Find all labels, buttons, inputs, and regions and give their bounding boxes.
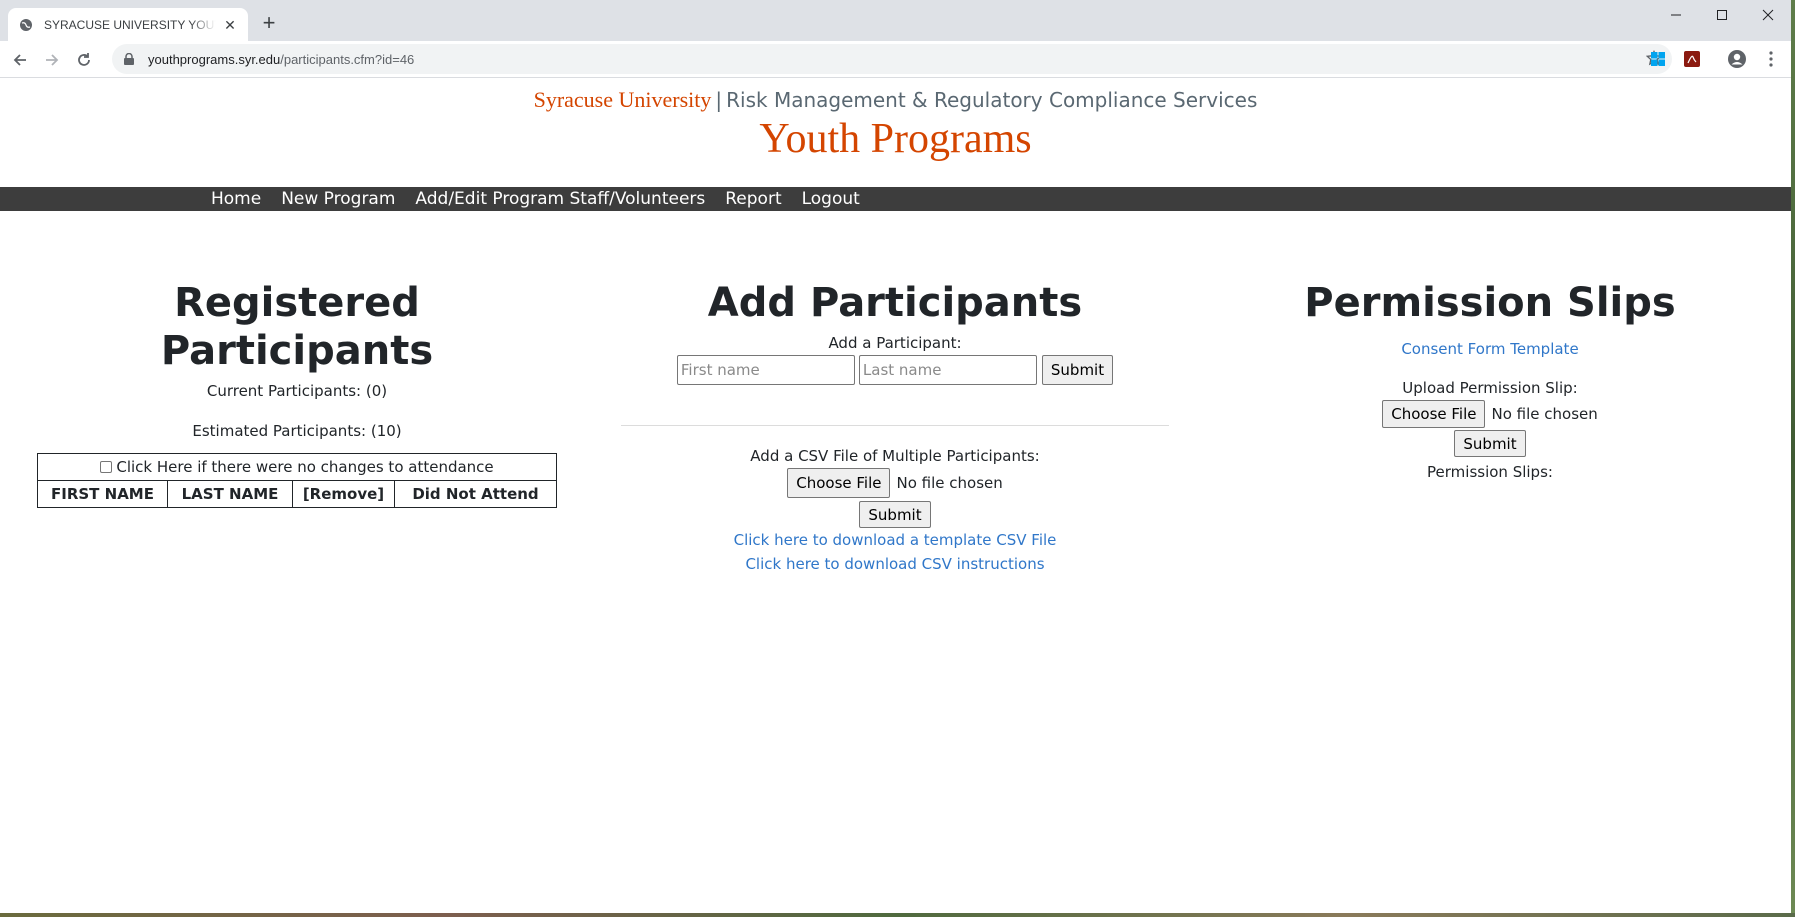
current-participants: Current Participants: (0) <box>206 382 388 400</box>
column-remove: [Remove] <box>292 480 395 508</box>
desktop-wallpaper-bottom <box>0 913 1795 917</box>
no-changes-checkbox[interactable] <box>100 461 113 473</box>
forward-arrow-icon[interactable] <box>38 46 66 74</box>
add-heading: Add Participants <box>707 280 1083 326</box>
new-tab-button[interactable]: + <box>258 12 280 35</box>
csv-submit-button[interactable]: Submit <box>859 501 931 528</box>
permission-choose-file-button[interactable]: Choose File <box>1382 400 1486 428</box>
upload-permission-label: Upload Permission Slip: <box>1402 379 1578 397</box>
section-divider <box>621 425 1169 426</box>
brand-separator: | <box>715 88 723 112</box>
department-name: Risk Management & Regulatory Compliance … <box>726 88 1258 112</box>
tab-title: SYRACUSE UNIVERSITY YOUTH P <box>44 17 216 32</box>
site-header: Syracuse University | Risk Management & Re… <box>0 79 1791 188</box>
csv-file-picker: Choose File No file chosen <box>787 468 1003 498</box>
last-name-input[interactable] <box>858 355 1037 385</box>
attendance-table: Click Here if there were no changes to a… <box>37 453 557 508</box>
permission-slips-label: Permission Slips: <box>1427 463 1553 481</box>
address-bar[interactable]: youthprograms.syr.edu/participants.cfm?i… <box>112 44 1672 74</box>
browser-tab[interactable]: SYRACUSE UNIVERSITY YOUTH P ✕ <box>8 8 248 41</box>
add-participant-label: Add a Participant: <box>828 334 962 352</box>
maximize-icon[interactable] <box>1699 0 1745 30</box>
globe-icon <box>18 17 34 33</box>
nav-add-edit-staff[interactable]: Add/Edit Program Staff/Volunteers <box>415 189 705 209</box>
tab-strip: SYRACUSE UNIVERSITY YOUTH P ✕ + <box>0 0 1791 41</box>
main-navigation: Home New Program Add/Edit Program Staff/… <box>0 187 1791 211</box>
web-page: Syracuse University | Risk Management & Re… <box>0 79 1791 913</box>
minimize-icon[interactable] <box>1653 0 1699 30</box>
acrobat-extension-icon[interactable] <box>1682 49 1702 69</box>
table-header-row: FIRST NAME LAST NAME [Remove] Did Not At… <box>37 480 557 508</box>
permission-file-picker: Choose File No file chosen <box>1382 400 1598 428</box>
csv-no-file-text: No file chosen <box>896 474 1003 492</box>
no-changes-cell: Click Here if there were no changes to a… <box>37 453 557 481</box>
menu-kebab-icon[interactable] <box>1761 49 1781 69</box>
windows-extension-icon[interactable] <box>1648 49 1668 69</box>
consent-form-link[interactable]: Consent Form Template <box>1230 337 1750 361</box>
csv-choose-file-button[interactable]: Choose File <box>787 468 891 498</box>
university-wordmark[interactable]: Syracuse University <box>534 87 712 112</box>
back-arrow-icon[interactable] <box>6 46 34 74</box>
permission-no-file-text: No file chosen <box>1491 405 1598 423</box>
no-changes-label: Click Here if there were no changes to a… <box>116 458 494 476</box>
profile-avatar-icon[interactable] <box>1727 49 1747 69</box>
add-participant-submit-button[interactable]: Submit <box>1041 355 1114 385</box>
no-changes-row: Click Here if there were no changes to a… <box>37 453 557 481</box>
registered-participants-section: Registered Participants Current Particip… <box>37 279 557 508</box>
first-name-input[interactable] <box>676 355 855 385</box>
nav-logout[interactable]: Logout <box>802 189 860 209</box>
column-last-name: LAST NAME <box>167 480 293 508</box>
add-participant-form: Submit <box>620 355 1170 385</box>
csv-instructions-link[interactable]: Click here to download CSV instructions <box>620 552 1170 576</box>
url-host: youthprograms.syr.edu <box>148 51 281 67</box>
close-window-icon[interactable] <box>1745 0 1791 30</box>
url-path: /participants.cfm?id=46 <box>280 51 415 67</box>
nav-home[interactable]: Home <box>211 189 261 209</box>
lock-icon[interactable] <box>124 52 138 66</box>
template-csv-link[interactable]: Click here to download a template CSV Fi… <box>620 528 1170 552</box>
csv-label: Add a CSV File of Multiple Participants: <box>750 447 1040 465</box>
column-first-name: FIRST NAME <box>37 480 168 508</box>
nav-report[interactable]: Report <box>725 189 781 209</box>
reload-icon[interactable] <box>70 46 98 74</box>
browser-window: SYRACUSE UNIVERSITY YOUTH P ✕ + youthpr <box>0 0 1791 913</box>
registered-heading: Registered Participants <box>160 280 434 374</box>
browser-toolbar: youthprograms.syr.edu/participants.cfm?i… <box>0 41 1791 78</box>
add-participants-section: Add Participants Add a Participant: Subm… <box>620 279 1170 576</box>
permission-slips-section: Permission Slips Consent Form Template U… <box>1230 279 1750 482</box>
column-did-not-attend: Did Not Attend <box>394 480 557 508</box>
permission-submit-button[interactable]: Submit <box>1454 430 1526 457</box>
desktop-wallpaper-edge <box>1791 0 1795 917</box>
nav-new-program[interactable]: New Program <box>281 189 395 209</box>
estimated-participants: Estimated Participants: (10) <box>192 422 402 440</box>
permission-heading: Permission Slips <box>1304 280 1676 326</box>
close-tab-icon[interactable]: ✕ <box>222 17 238 33</box>
brand-line: Syracuse University | Risk Management & Re… <box>0 89 1791 112</box>
site-title: Youth Programs <box>759 116 1032 162</box>
